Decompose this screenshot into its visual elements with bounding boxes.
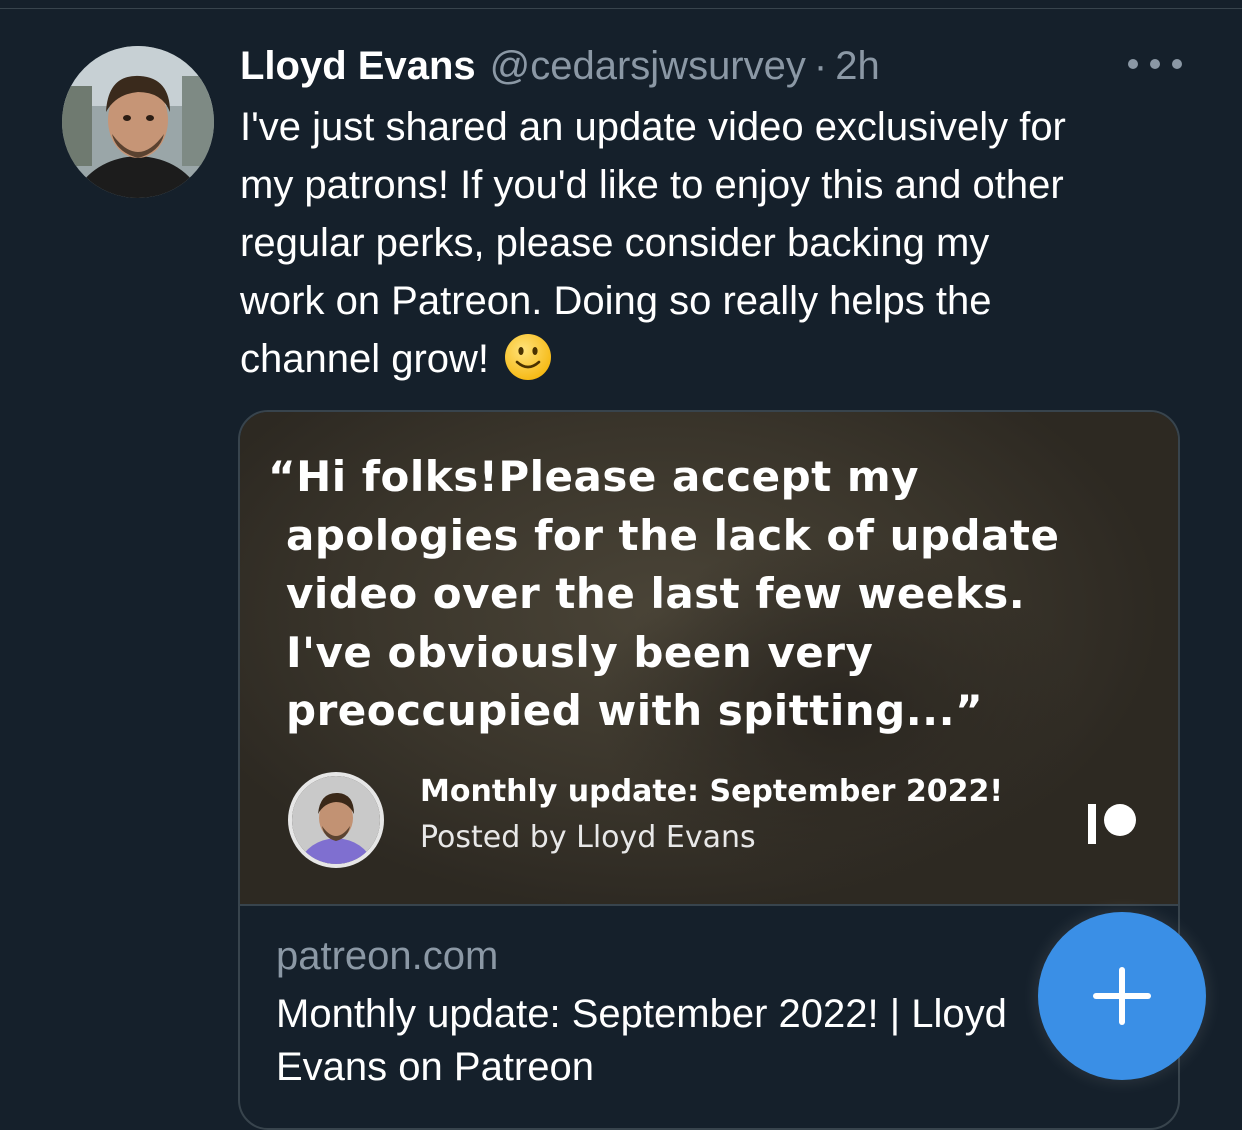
card-quote-line: “Hi folks!Please accept my bbox=[268, 452, 920, 501]
post-author-avatar bbox=[288, 772, 384, 868]
slightly-smiling-face-emoji bbox=[505, 334, 552, 381]
more-dot bbox=[1150, 59, 1160, 69]
author-avatar[interactable] bbox=[62, 46, 214, 198]
card-domain: patreon.com bbox=[276, 934, 499, 978]
tweet-text-line: channel grow! bbox=[240, 337, 490, 381]
post-title: Monthly update: September 2022! bbox=[420, 774, 1004, 809]
tweet-text-line: regular perks, please consider backing m… bbox=[240, 221, 990, 265]
author-avatar-image bbox=[62, 46, 214, 198]
post-author-avatar-image bbox=[292, 776, 380, 864]
tweet-text-line: I've just shared an update video exclusi… bbox=[240, 105, 1066, 149]
tweet-text-line: work on Patreon. Doing so really helps t… bbox=[240, 279, 992, 323]
post-byline: Posted by Lloyd Evans bbox=[420, 820, 756, 855]
card-quote-line: I've obviously been very bbox=[286, 627, 874, 677]
header-separator: · bbox=[813, 43, 828, 88]
card-quote-line: video over the last few weeks. bbox=[286, 569, 1026, 618]
tweet-text: I've just shared an update video exclusi… bbox=[240, 98, 1210, 388]
user-handle[interactable]: @cedarsjwsurvey bbox=[490, 44, 806, 89]
tweet-text-line: my patrons! If you'd like to enjoy this … bbox=[240, 163, 1064, 207]
patreon-logo-icon bbox=[1088, 804, 1136, 844]
card-image[interactable]: “Hi folks!Please accept my apologies for… bbox=[240, 412, 1178, 906]
tweet-header: Lloyd Evans @cedarsjwsurvey · 2h bbox=[240, 40, 880, 92]
card-quote: “Hi folks!Please accept my apologies for… bbox=[268, 448, 1158, 741]
card-title-line: Evans on Patreon bbox=[276, 1045, 594, 1089]
more-dot bbox=[1128, 59, 1138, 69]
card-title: Monthly update: September 2022! | Lloyd … bbox=[276, 988, 1056, 1094]
card-quote-line: apologies for the lack of update bbox=[286, 510, 1060, 560]
more-dot bbox=[1172, 59, 1182, 69]
card-quote-line: preoccupied with spitting...” bbox=[286, 686, 984, 735]
more-icon[interactable] bbox=[1128, 52, 1182, 76]
plus-icon bbox=[1093, 967, 1151, 1025]
display-name[interactable]: Lloyd Evans bbox=[240, 44, 476, 89]
compose-tweet-button[interactable] bbox=[1038, 912, 1206, 1080]
card-title-line: Monthly update: September 2022! | Lloyd bbox=[276, 992, 1007, 1036]
tweet-text-line-last: channel grow! bbox=[240, 330, 1210, 388]
tweet-timestamp[interactable]: 2h bbox=[835, 44, 880, 89]
top-divider bbox=[0, 8, 1242, 9]
